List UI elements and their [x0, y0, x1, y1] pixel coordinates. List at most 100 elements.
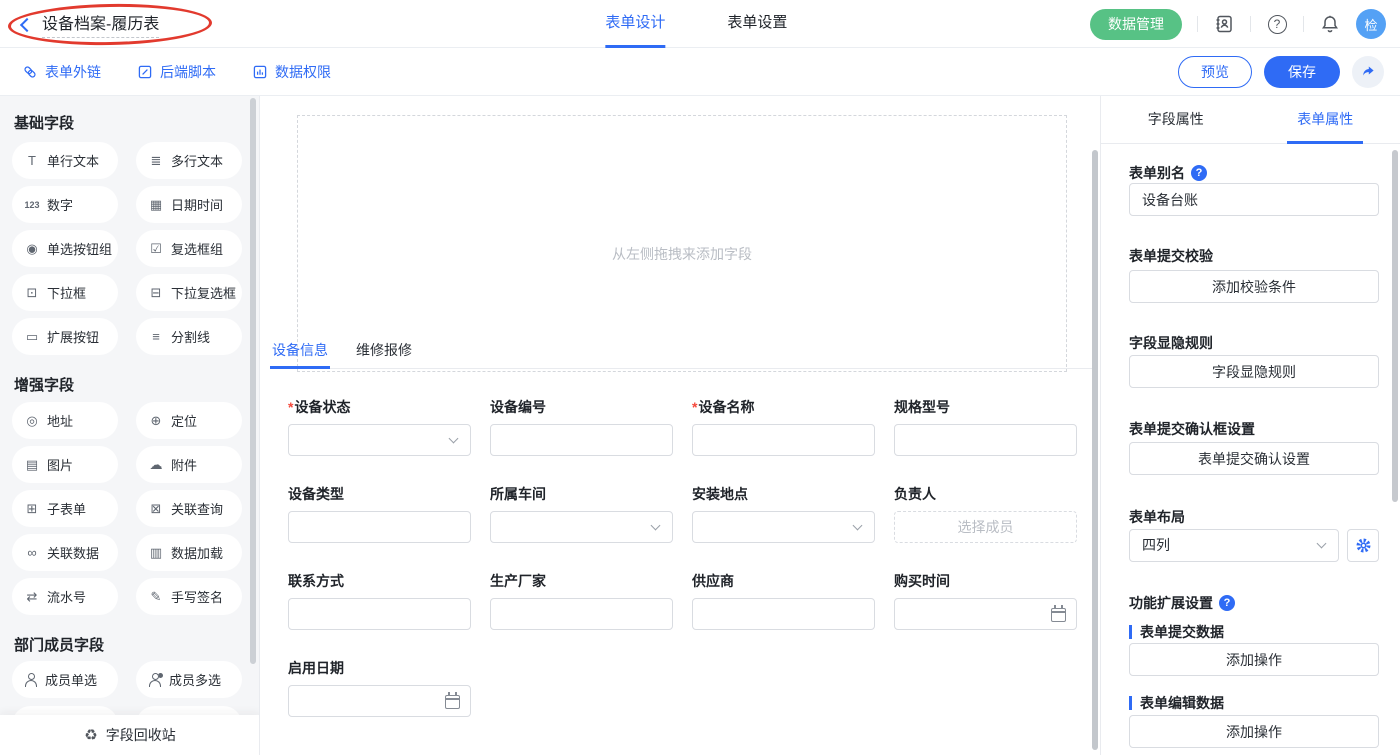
field-item-radio-group[interactable]: ◉单选按钮组: [12, 230, 118, 267]
field-item-select[interactable]: ⊡下拉框: [12, 274, 118, 311]
link-icon: [22, 64, 38, 80]
preview-button[interactable]: 预览: [1178, 56, 1252, 88]
extension-settings-label: 功能扩展设置 ?: [1129, 593, 1379, 613]
tab-device-info[interactable]: 设备信息: [270, 337, 330, 369]
field-item-address[interactable]: ◎地址: [12, 402, 118, 439]
field-item-checkbox-group[interactable]: ☑复选框组: [136, 230, 242, 267]
form-external-link[interactable]: 表单外链: [22, 62, 101, 82]
field-item-related-data[interactable]: ∞关联数据: [12, 534, 118, 571]
backend-script-link[interactable]: 后端脚本: [137, 62, 216, 82]
edit-data-subsection: 表单编辑数据: [1129, 693, 1379, 713]
submit-confirm-button[interactable]: 表单提交确认设置: [1129, 442, 1379, 475]
tab-form-properties[interactable]: 表单属性: [1287, 96, 1363, 144]
tab-repair-report[interactable]: 维修报修: [354, 337, 414, 369]
contact-input[interactable]: [288, 598, 471, 630]
field-item-single-text[interactable]: T单行文本: [12, 142, 118, 179]
form-field: 生产厂家: [490, 571, 673, 630]
chevron-down-icon: [651, 521, 661, 531]
field-item-location[interactable]: ⊕定位: [136, 402, 242, 439]
dropzone-placeholder: 从左侧拖拽来添加字段: [298, 244, 1066, 264]
extend-button-icon: ▭: [24, 329, 40, 345]
submit-data-add-action-button[interactable]: 添加操作: [1129, 643, 1379, 676]
field-item-signature[interactable]: ✎手写签名: [136, 578, 242, 615]
install-location-select[interactable]: [692, 511, 875, 543]
contacts-book-icon[interactable]: [1213, 13, 1235, 35]
add-validation-button[interactable]: 添加校验条件: [1129, 270, 1379, 303]
field-item-divider[interactable]: ≡分割线: [136, 318, 242, 355]
back-icon[interactable]: [20, 17, 34, 31]
form-field: 设备编号: [490, 397, 673, 456]
field-item-member-single[interactable]: 成员单选: [12, 661, 118, 698]
field-visibility-button[interactable]: 字段显隐规则: [1129, 355, 1379, 388]
owner-member-picker[interactable]: 选择成员: [894, 511, 1077, 543]
enable-date-datepicker[interactable]: [288, 685, 471, 717]
properties-panel: 字段属性 表单属性 表单别名 ? 表单提交校验 添加校验条件 字段显隐规则 字段…: [1100, 96, 1400, 755]
device-type-input[interactable]: [288, 511, 471, 543]
form-field: 联系方式: [288, 571, 471, 630]
form-field: 所属车间: [490, 484, 673, 543]
field-label: 设备编号: [490, 397, 673, 417]
field-label: 安装地点: [692, 484, 875, 504]
help-icon[interactable]: ?: [1266, 13, 1288, 35]
device-code-input[interactable]: [490, 424, 673, 456]
radio-group-icon: ◉: [24, 241, 40, 257]
device-name-input[interactable]: [692, 424, 875, 456]
subform-icon: ⊞: [24, 501, 40, 517]
data-manage-button[interactable]: 数据管理: [1090, 9, 1182, 40]
field-label: 供应商: [692, 571, 875, 591]
help-icon[interactable]: ?: [1219, 595, 1235, 611]
share-button[interactable]: [1352, 56, 1384, 88]
section-title-basic: 基础字段: [14, 112, 74, 133]
workshop-select[interactable]: [490, 511, 673, 543]
supplier-input[interactable]: [692, 598, 875, 630]
field-item-member-multi[interactable]: 成员多选: [136, 661, 242, 698]
purchase-time-datepicker[interactable]: [894, 598, 1077, 630]
spec-model-input[interactable]: [894, 424, 1077, 456]
panel-scrollbar[interactable]: [1392, 150, 1398, 502]
chevron-down-icon: [1317, 539, 1327, 549]
calendar-icon: [1051, 608, 1066, 622]
related-data-icon: ∞: [24, 545, 40, 560]
data-permission-link[interactable]: 数据权限: [252, 62, 331, 82]
properties-tabs: 字段属性 表单属性: [1101, 96, 1400, 144]
field-item-data-load[interactable]: ▥数据加载: [136, 534, 242, 571]
tab-form-design[interactable]: 表单设计: [605, 0, 665, 48]
form-layout-select[interactable]: 四列: [1129, 529, 1339, 562]
member-picker-placeholder: 选择成员: [958, 519, 1014, 535]
save-button[interactable]: 保存: [1264, 56, 1340, 88]
calendar-icon: [445, 695, 460, 709]
form-field: *设备状态: [288, 397, 471, 456]
field-item-multi-select[interactable]: ⊟下拉复选框: [136, 274, 242, 311]
field-item-number[interactable]: 123数字: [12, 186, 118, 223]
field-item-datetime[interactable]: ▦日期时间: [136, 186, 242, 223]
field-item-attachment[interactable]: ☁附件: [136, 446, 242, 483]
manufacturer-input[interactable]: [490, 598, 673, 630]
field-item-extend-button[interactable]: ▭扩展按钮: [12, 318, 118, 355]
device-status-select[interactable]: [288, 424, 471, 456]
tab-field-properties[interactable]: 字段属性: [1138, 96, 1214, 144]
field-dropzone[interactable]: 从左侧拖拽来添加字段: [297, 115, 1067, 372]
page-title[interactable]: 设备档案-履历表: [42, 10, 159, 38]
field-item-subform[interactable]: ⊞子表单: [12, 490, 118, 527]
field-item-image[interactable]: ▤图片: [12, 446, 118, 483]
sidebar-scrollbar[interactable]: [250, 98, 256, 664]
edit-data-add-action-button[interactable]: 添加操作: [1129, 715, 1379, 748]
field-recycle-bin[interactable]: ♻ 字段回收站: [0, 715, 260, 755]
field-item-serial-number[interactable]: ⇄流水号: [12, 578, 118, 615]
help-icon[interactable]: ?: [1191, 165, 1207, 181]
field-item-lookup-query[interactable]: ⊠关联查询: [136, 490, 242, 527]
field-item-multi-text[interactable]: ≣多行文本: [136, 142, 242, 179]
header-tabs: 表单设计 表单设置: [605, 0, 787, 48]
tab-form-settings[interactable]: 表单设置: [727, 0, 787, 48]
user-avatar[interactable]: 检: [1356, 9, 1386, 39]
section-bar: [1129, 625, 1132, 639]
section-title-member: 部门成员字段: [14, 634, 104, 655]
layout-settings-button[interactable]: [1347, 529, 1379, 562]
form-alias-input[interactable]: [1129, 183, 1379, 216]
attachment-cloud-icon: ☁: [148, 457, 164, 473]
recycle-icon: ♻: [84, 726, 97, 744]
form-fields-grid: *设备状态 设备编号 *设备名称 规格型号 设备类型 所属车间: [288, 397, 1078, 745]
notification-bell-icon[interactable]: [1319, 13, 1341, 35]
canvas-scrollbar[interactable]: [1092, 150, 1098, 750]
chevron-down-icon: [449, 434, 459, 444]
